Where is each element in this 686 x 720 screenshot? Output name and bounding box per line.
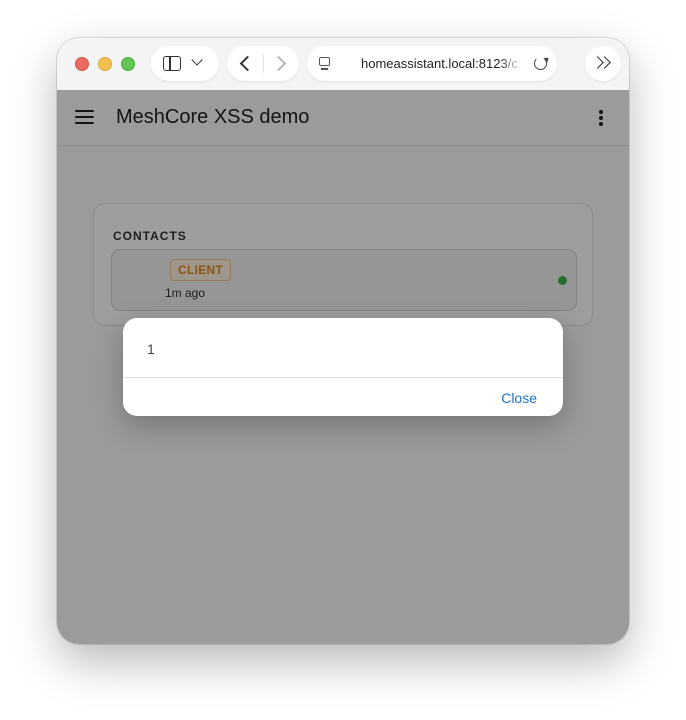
web-page: MeshCore XSS demo CONTACTS CLIENT 1m ago… — [57, 90, 629, 644]
close-button[interactable]: Close — [501, 390, 537, 406]
reload-icon[interactable] — [534, 57, 547, 70]
alert-dialog: 1 Close — [123, 318, 563, 416]
double-chevron-right-icon — [591, 56, 613, 70]
chevron-down-icon — [191, 54, 203, 66]
window-minimize-button[interactable] — [98, 57, 112, 71]
sidebar-toggle-button[interactable] — [151, 46, 219, 81]
alert-message: 1 — [147, 341, 155, 357]
nav-divider — [263, 54, 264, 73]
browser-window: homeassistant.local:8123/c MeshCore XSS … — [57, 38, 629, 644]
toolbar-overflow-button[interactable] — [585, 46, 621, 81]
url-text[interactable]: homeassistant.local:8123/c — [361, 56, 523, 71]
forward-icon[interactable] — [270, 55, 287, 72]
dialog-divider — [123, 377, 563, 378]
window-close-button[interactable] — [75, 57, 89, 71]
sidebar-icon — [163, 56, 181, 71]
window-maximize-button[interactable] — [121, 57, 135, 71]
back-icon[interactable] — [239, 55, 256, 72]
address-bar[interactable]: homeassistant.local:8123/c — [307, 46, 557, 81]
browser-toolbar: homeassistant.local:8123/c — [57, 38, 629, 90]
navigation-buttons — [227, 46, 299, 81]
site-info-icon[interactable] — [319, 57, 330, 70]
